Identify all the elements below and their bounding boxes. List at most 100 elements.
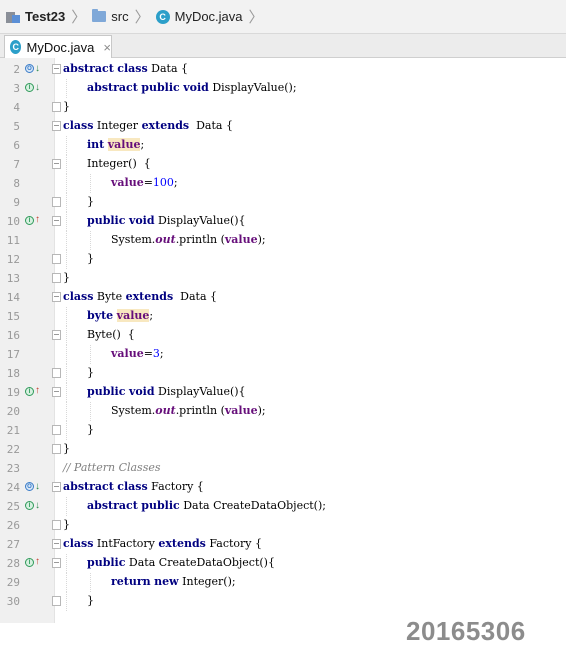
indent-guide — [66, 497, 67, 516]
code-line[interactable]: 4} — [0, 98, 566, 117]
breadcrumb-file[interactable]: C MyDoc.java — [155, 9, 243, 24]
code-text: System.out.println (value); — [111, 233, 266, 246]
fold-end-icon[interactable] — [52, 368, 61, 378]
code-line[interactable]: 24 O ↓ abstract class Factory { — [0, 478, 566, 497]
code-line[interactable]: 8 value=100; — [0, 174, 566, 193]
code-line[interactable]: 14 class Byte extends Data { — [0, 288, 566, 307]
fold-end-icon[interactable] — [52, 520, 61, 530]
overridden-method-icon[interactable]: O ↓ — [25, 62, 41, 76]
code-line[interactable]: 7 Integer() { — [0, 155, 566, 174]
fold-collapse-icon[interactable] — [52, 482, 61, 492]
tab-mydoc-java[interactable]: C MyDoc.java × — [4, 35, 112, 58]
indent-guide — [66, 174, 67, 193]
chevron-right-icon: 〉 — [134, 9, 150, 26]
project-icon — [6, 11, 20, 23]
breadcrumb-folder[interactable]: src — [92, 9, 129, 24]
arrow-down-icon: ↓ — [35, 63, 40, 74]
code-line[interactable]: 25 I ↓ abstract public Data CreateDataObjec… — [0, 497, 566, 516]
fold-collapse-icon[interactable] — [52, 292, 61, 302]
implemented-method-icon[interactable]: I ↑ — [25, 385, 41, 399]
code-line[interactable]: 19 I ↑ public void DisplayValue(){ — [0, 383, 566, 402]
code-line[interactable]: 30} — [0, 592, 566, 611]
code-editor[interactable]: 2 O ↓ abstract class Data {3 I ↓ abstract publ… — [0, 58, 566, 646]
line-number: 19 — [6, 386, 20, 399]
fold-end-icon[interactable] — [52, 102, 61, 112]
code-line[interactable]: 11 System.out.println (value); — [0, 231, 566, 250]
code-line[interactable]: 10 I ↑ public void DisplayValue(){ — [0, 212, 566, 231]
code-line[interactable]: 22} — [0, 440, 566, 459]
fold-end-icon[interactable] — [52, 254, 61, 264]
line-number: 5 — [13, 120, 20, 133]
code-text: } — [63, 442, 70, 455]
line-number: 27 — [6, 538, 20, 551]
code-line[interactable]: 15 byte value; — [0, 307, 566, 326]
code-line[interactable]: 13} — [0, 269, 566, 288]
breadcrumb-project[interactable]: Test23 — [6, 9, 65, 24]
fold-end-icon[interactable] — [52, 444, 61, 454]
breadcrumb-file-label: MyDoc.java — [174, 9, 243, 24]
code-text: abstract public void DisplayValue(); — [87, 81, 297, 94]
indent-guide — [66, 573, 67, 592]
code-line[interactable]: 2 O ↓ abstract class Data { — [0, 60, 566, 79]
chevron-right-icon: 〉 — [71, 9, 87, 26]
indent-guide — [66, 421, 67, 440]
fold-end-icon[interactable] — [52, 273, 61, 283]
fold-collapse-icon[interactable] — [52, 387, 61, 397]
fold-collapse-icon[interactable] — [52, 216, 61, 226]
fold-collapse-icon[interactable] — [52, 64, 61, 74]
code-line[interactable]: 18} — [0, 364, 566, 383]
code-line[interactable]: 27 class IntFactory extends Factory { — [0, 535, 566, 554]
code-line[interactable]: 29 return new Integer(); — [0, 573, 566, 592]
code-text: } — [87, 366, 94, 379]
breadcrumb-folder-label: src — [111, 9, 129, 24]
implementing-circle-icon: I — [25, 387, 34, 396]
indent-guide — [66, 250, 67, 269]
code-line[interactable]: 3 I ↓ abstract public void DisplayValue(); — [0, 79, 566, 98]
code-text: // Pattern Classes — [63, 461, 161, 474]
code-line[interactable]: 21} — [0, 421, 566, 440]
code-line[interactable]: 17 value=3; — [0, 345, 566, 364]
fold-end-icon[interactable] — [52, 425, 61, 435]
line-number: 18 — [6, 367, 20, 380]
line-number: 10 — [6, 215, 20, 228]
overridden-method-icon[interactable]: O ↓ — [25, 480, 41, 494]
indent-guide — [90, 573, 91, 592]
line-number: 8 — [13, 177, 20, 190]
fold-collapse-icon[interactable] — [52, 558, 61, 568]
line-number: 12 — [6, 253, 20, 266]
indent-guide — [90, 174, 91, 193]
indent-guide — [66, 554, 67, 573]
implemented-method-icon[interactable]: I ↑ — [25, 556, 41, 570]
code-line[interactable]: 9} — [0, 193, 566, 212]
code-text: } — [63, 100, 70, 113]
fold-end-icon[interactable] — [52, 596, 61, 606]
fold-collapse-icon[interactable] — [52, 330, 61, 340]
code-text: class IntFactory extends Factory { — [63, 537, 263, 550]
indent-guide — [66, 136, 67, 155]
fold-collapse-icon[interactable] — [52, 539, 61, 549]
line-number: 23 — [6, 462, 20, 475]
line-number: 25 — [6, 500, 20, 513]
line-number: 30 — [6, 595, 20, 608]
code-line[interactable]: 26} — [0, 516, 566, 535]
code-line[interactable]: 28 I ↑ public Data CreateDataObject(){ — [0, 554, 566, 573]
implemented-method-icon[interactable]: I ↓ — [25, 81, 41, 95]
line-number: 21 — [6, 424, 20, 437]
code-line[interactable]: 20 System.out.println (value); — [0, 402, 566, 421]
code-line[interactable]: 16 Byte() { — [0, 326, 566, 345]
code-text: } — [87, 423, 94, 436]
fold-end-icon[interactable] — [52, 197, 61, 207]
fold-collapse-icon[interactable] — [52, 121, 61, 131]
fold-collapse-icon[interactable] — [52, 159, 61, 169]
code-text: } — [63, 518, 70, 531]
close-icon[interactable]: × — [103, 40, 111, 55]
tab-label: MyDoc.java — [26, 39, 95, 55]
implemented-method-icon[interactable]: I ↑ — [25, 214, 41, 228]
implemented-method-icon[interactable]: I ↓ — [25, 499, 41, 513]
code-line[interactable]: 23 // Pattern Classes — [0, 459, 566, 478]
code-line[interactable]: 12} — [0, 250, 566, 269]
code-line[interactable]: 5 class Integer extends Data { — [0, 117, 566, 136]
java-class-icon: C — [155, 9, 170, 24]
code-line[interactable]: 6 int value; — [0, 136, 566, 155]
code-text: int value; — [87, 138, 145, 151]
